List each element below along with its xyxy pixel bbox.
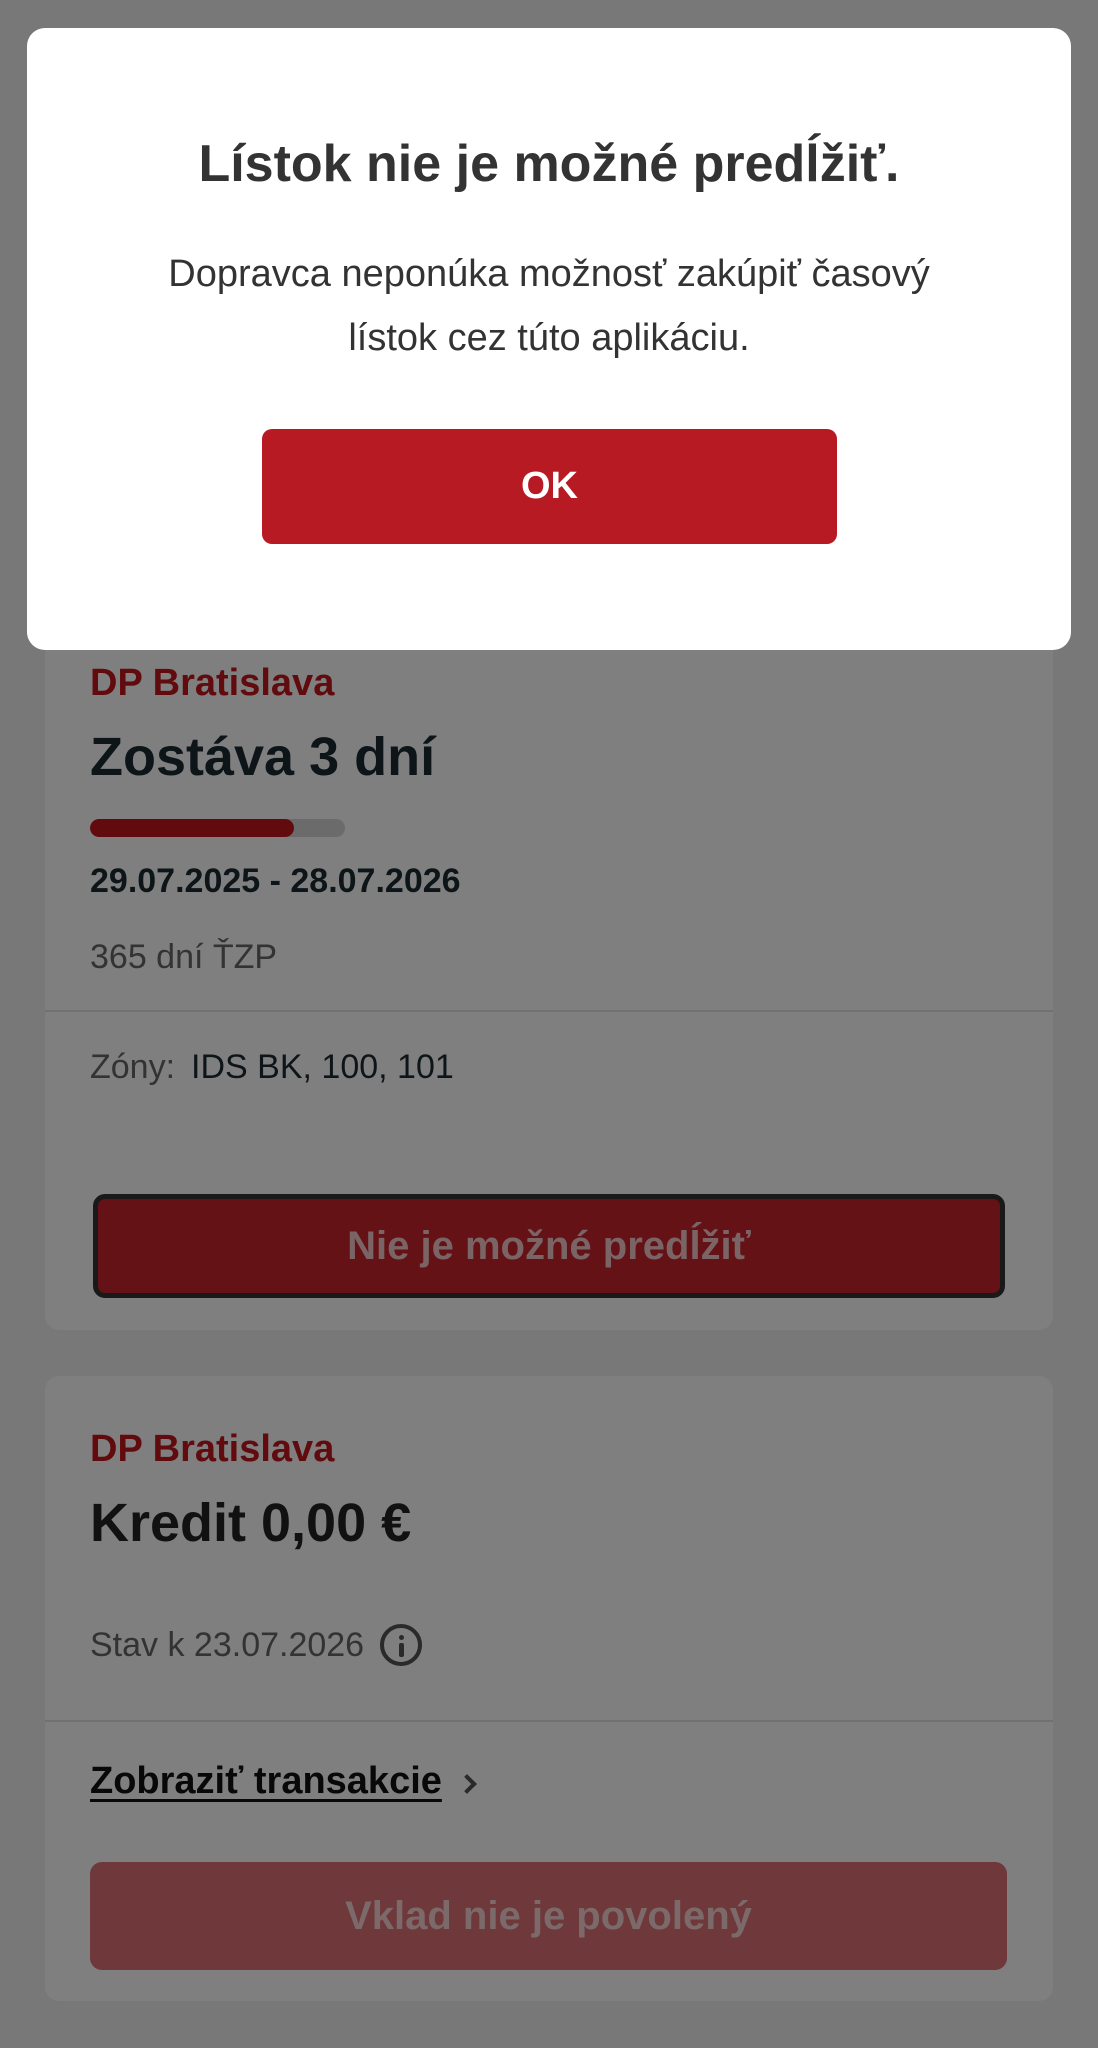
cannot-renew-dialog: Lístok nie je možné predĺžiť. Dopravca n… [27, 28, 1071, 650]
dialog-message: Dopravca neponúka možnosť zakúpiť časový… [168, 253, 930, 359]
dialog-title: Lístok nie je možné predĺžiť. [198, 135, 900, 193]
ok-button[interactable]: OK [262, 429, 837, 544]
